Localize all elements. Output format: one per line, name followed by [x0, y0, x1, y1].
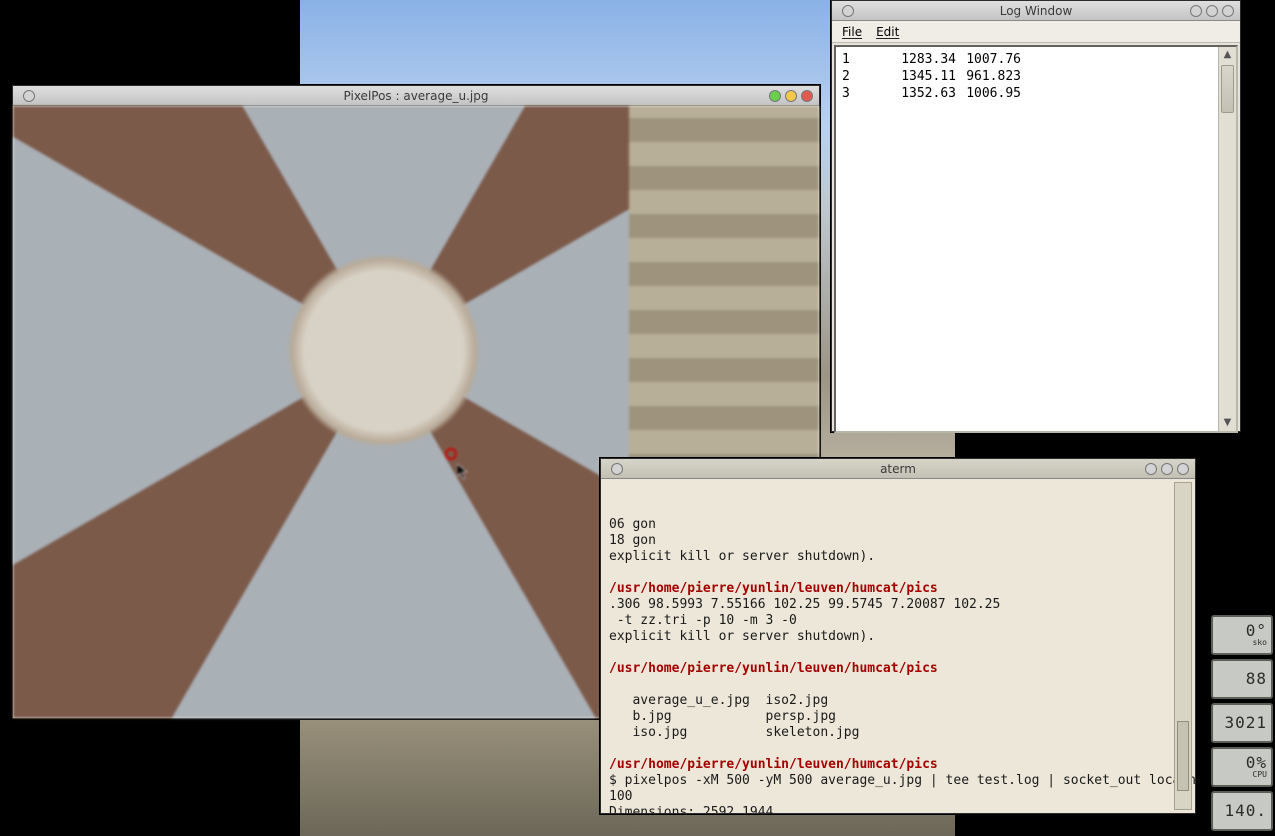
- monitor-value: 0°: [1246, 623, 1267, 639]
- terminal-line: explicit kill or server shutdown).: [609, 549, 1187, 565]
- terminal-line: 18 gon: [609, 533, 1187, 549]
- aterm-title: aterm: [601, 462, 1195, 476]
- log-row-x: 1352.63: [894, 85, 956, 102]
- menu-edit[interactable]: Edit: [876, 25, 899, 39]
- window-menu-icon[interactable]: [842, 5, 854, 17]
- scroll-thumb[interactable]: [1177, 721, 1189, 791]
- terminal-line: [609, 677, 1187, 693]
- log-title: Log Window: [832, 4, 1240, 18]
- minimize-button[interactable]: [1190, 5, 1202, 17]
- terminal-line: /usr/home/pierre/yunlin/leuven/humcat/pi…: [609, 757, 1187, 773]
- log-row-y: 1006.95: [959, 85, 1021, 102]
- aterm-scrollbar[interactable]: [1174, 482, 1192, 810]
- scroll-down-icon[interactable]: ▼: [1219, 415, 1236, 431]
- aterm-window[interactable]: aterm 06 gon18 gonexplicit kill or serve…: [600, 458, 1196, 814]
- log-menubar: File Edit: [832, 21, 1240, 43]
- log-row-y: 1007.76: [959, 51, 1021, 68]
- monitor-panel: 0%CPU: [1211, 747, 1273, 787]
- terminal-line: explicit kill or server shutdown).: [609, 629, 1187, 645]
- terminal-line: /usr/home/pierre/yunlin/leuven/humcat/pi…: [609, 661, 1187, 677]
- terminal-line: b.jpg persp.jpg: [609, 709, 1187, 725]
- log-row: 3 1352.631006.95: [842, 85, 1230, 102]
- system-monitor-stack: 0°sko 88 3021 0%CPU 140.: [1211, 615, 1273, 831]
- scroll-up-icon[interactable]: ▲: [1219, 47, 1236, 63]
- close-button[interactable]: [801, 90, 813, 102]
- minimize-button[interactable]: [1145, 463, 1157, 475]
- monitor-panel: 140.: [1211, 791, 1273, 831]
- terminal-line: 100: [609, 789, 1187, 805]
- maximize-button[interactable]: [1161, 463, 1173, 475]
- log-textarea[interactable]: 1 1283.341007.76 2 1345.11961.823 3 1352.6310…: [834, 45, 1238, 433]
- log-row: 1 1283.341007.76: [842, 51, 1230, 68]
- minimize-button[interactable]: [769, 90, 781, 102]
- log-row-index: 3: [842, 85, 854, 102]
- close-button[interactable]: [1177, 463, 1189, 475]
- window-menu-icon[interactable]: [23, 90, 35, 102]
- terminal-line: [609, 741, 1187, 757]
- monitor-label: CPU: [1253, 771, 1267, 779]
- menu-file[interactable]: File: [842, 25, 862, 39]
- monitor-panel: 0°sko: [1211, 615, 1273, 655]
- maximize-button[interactable]: [785, 90, 797, 102]
- monitor-value: 88: [1246, 671, 1267, 687]
- aterm-output: 06 gon18 gonexplicit kill or server shut…: [609, 517, 1187, 813]
- log-row-y: 961.823: [959, 68, 1021, 85]
- monitor-value: 3021: [1224, 715, 1267, 731]
- log-titlebar[interactable]: Log Window: [832, 1, 1240, 21]
- monitor-panel: 88: [1211, 659, 1273, 699]
- log-row: 2 1345.11961.823: [842, 68, 1230, 85]
- aterm-terminal[interactable]: 06 gon18 gonexplicit kill or server shut…: [601, 479, 1195, 813]
- terminal-line: $ pixelpos -xM 500 -yM 500 average_u.jpg…: [609, 773, 1187, 789]
- log-row-x: 1283.34: [894, 51, 956, 68]
- log-text-content: 1 1283.341007.76 2 1345.11961.823 3 1352.6310…: [836, 47, 1236, 106]
- terminal-line: average_u_e.jpg iso2.jpg: [609, 693, 1187, 709]
- maximize-button[interactable]: [1206, 5, 1218, 17]
- log-scrollbar[interactable]: ▲ ▼: [1218, 47, 1236, 431]
- terminal-line: [609, 645, 1187, 661]
- close-button[interactable]: [1222, 5, 1234, 17]
- log-row-index: 1: [842, 51, 854, 68]
- monitor-panel: 3021: [1211, 703, 1273, 743]
- terminal-line: -t zz.tri -p 10 -m 3 -0: [609, 613, 1187, 629]
- cursor-arrow-icon: [457, 464, 469, 480]
- terminal-line: .306 98.5993 7.55166 102.25 99.5745 7.20…: [609, 597, 1187, 613]
- terminal-line: Dimensions: 2592 1944: [609, 805, 1187, 813]
- aterm-titlebar[interactable]: aterm: [601, 459, 1195, 479]
- window-menu-icon[interactable]: [611, 463, 623, 475]
- pixel-marker-circle-icon: [445, 448, 457, 460]
- monitor-value: 0%: [1246, 755, 1267, 771]
- pixelpos-titlebar[interactable]: PixelPos : average_u.jpg: [13, 86, 819, 106]
- log-row-index: 2: [842, 68, 854, 85]
- monitor-label: sko: [1253, 639, 1267, 647]
- terminal-line: /usr/home/pierre/yunlin/leuven/humcat/pi…: [609, 581, 1187, 597]
- log-row-x: 1345.11: [894, 68, 956, 85]
- log-window[interactable]: Log Window File Edit 1 1283.341007.76 2 134…: [831, 0, 1241, 432]
- terminal-line: 06 gon: [609, 517, 1187, 533]
- terminal-line: iso.jpg skeleton.jpg: [609, 725, 1187, 741]
- scroll-thumb[interactable]: [1221, 65, 1234, 113]
- monitor-value: 140.: [1224, 803, 1267, 819]
- terminal-line: [609, 565, 1187, 581]
- pixelpos-title: PixelPos : average_u.jpg: [13, 89, 819, 103]
